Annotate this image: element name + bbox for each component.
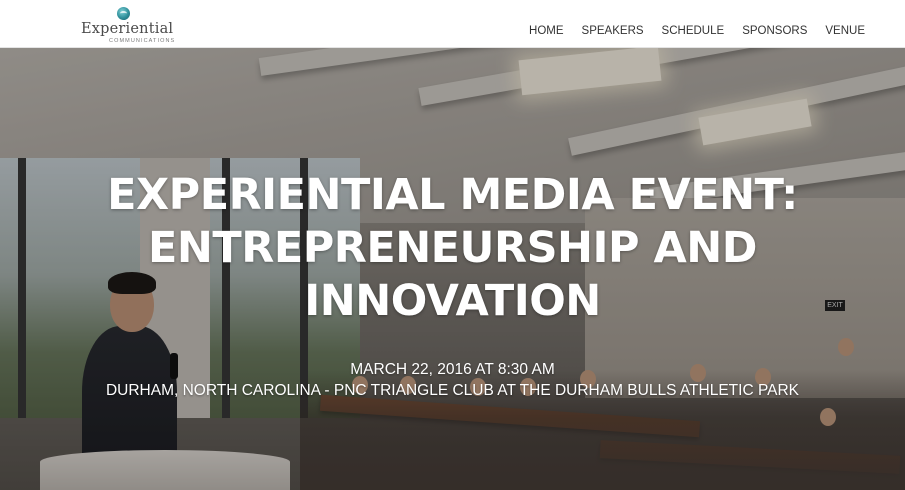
event-date: MARCH 22, 2016 AT 8:30 AM: [350, 361, 555, 378]
experiential-communications-logo[interactable]: Experiential COMMUNICATIONS: [81, 7, 181, 45]
globe-logo-icon: [117, 7, 130, 20]
event-title: EXPERIENTIAL MEDIA EVENT: ENTREPRENEURSH…: [0, 169, 905, 328]
nav-schedule[interactable]: SCHEDULE: [662, 25, 725, 37]
event-location: DURHAM, NORTH CAROLINA - PNC TRIANGLE CL…: [105, 382, 800, 399]
nav-sponsors[interactable]: SPONSORS: [742, 25, 807, 37]
top-navbar: Experiential COMMUNICATIONS HOME SPEAKER…: [0, 0, 905, 48]
logo-name: Experiential: [81, 21, 174, 37]
nav-speakers[interactable]: SPEAKERS: [582, 25, 644, 37]
event-title-line: ENTREPRENEURSHIP AND: [148, 223, 757, 273]
event-title-line: EXPERIENTIAL MEDIA EVENT:: [107, 170, 798, 220]
main-nav: HOME SPEAKERS SCHEDULE SPONSORS VENUE: [511, 25, 865, 37]
nav-venue[interactable]: VENUE: [825, 25, 865, 37]
logo-tagline: COMMUNICATIONS: [109, 38, 176, 44]
nav-home[interactable]: HOME: [529, 25, 564, 37]
event-title-line: INNOVATION: [304, 276, 601, 326]
